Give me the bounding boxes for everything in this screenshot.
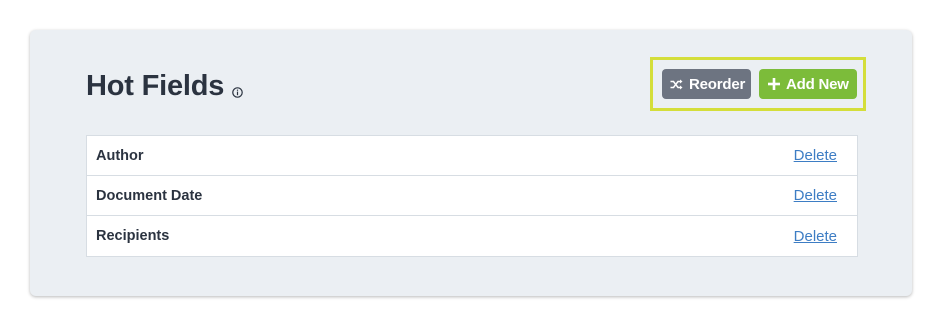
field-name: Document Date xyxy=(96,187,203,204)
table-row: Author Delete xyxy=(87,136,857,176)
title-row: Hot Fields xyxy=(86,70,243,103)
plus-icon xyxy=(768,78,780,90)
field-name: Author xyxy=(96,147,144,164)
delete-link[interactable]: Delete xyxy=(794,187,837,204)
shuffle-icon xyxy=(670,79,683,90)
action-button-group: Reorder Add New xyxy=(650,57,866,111)
info-circle-icon[interactable] xyxy=(232,85,243,98)
reorder-button-label: Reorder xyxy=(689,75,746,93)
hot-fields-table: Author Delete Document Date Delete Recip… xyxy=(86,135,858,257)
delete-link[interactable]: Delete xyxy=(794,228,837,245)
delete-link[interactable]: Delete xyxy=(794,147,837,164)
page-title: Hot Fields xyxy=(86,70,225,102)
reorder-button[interactable]: Reorder xyxy=(662,69,751,99)
hot-fields-panel: Hot Fields Reorder Add New Author Delete… xyxy=(30,30,912,296)
table-row: Recipients Delete xyxy=(87,216,857,256)
add-new-button-label: Add New xyxy=(786,75,849,93)
add-new-button[interactable]: Add New xyxy=(759,69,857,99)
field-name: Recipients xyxy=(96,228,170,244)
table-row: Document Date Delete xyxy=(87,176,857,216)
